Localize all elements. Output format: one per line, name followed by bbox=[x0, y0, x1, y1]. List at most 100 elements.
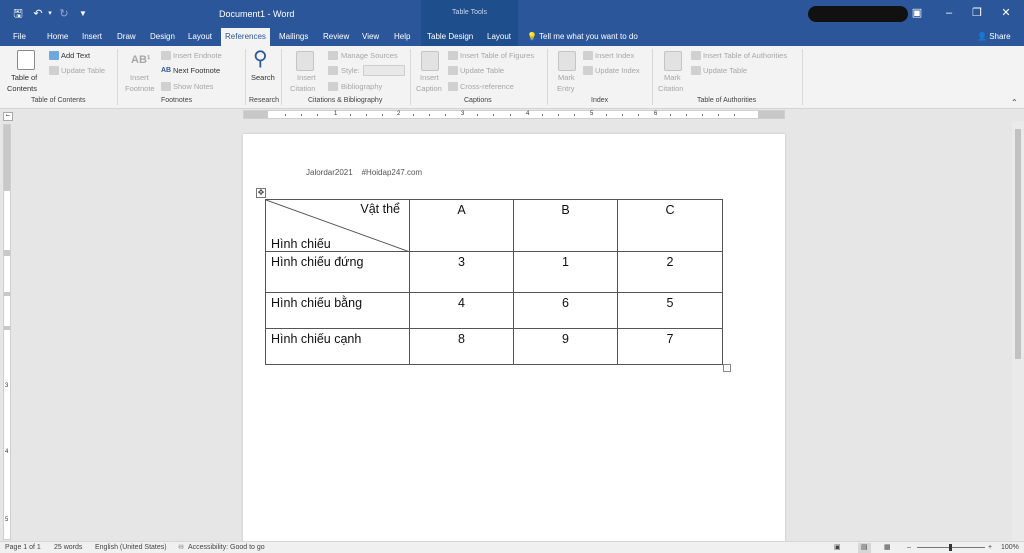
group-divider bbox=[117, 49, 118, 105]
group-label-toc: Table of Contents bbox=[31, 97, 86, 104]
projection-table[interactable]: Vật thể Hình chiếu A B C Hình chiếu đứng… bbox=[265, 199, 723, 365]
update-index-button[interactable]: Update Index bbox=[595, 66, 640, 76]
zoom-level[interactable]: 100% bbox=[1001, 543, 1019, 553]
table-cell[interactable]: 8 bbox=[409, 328, 514, 365]
tell-me-search[interactable]: 💡 Tell me what you want to do bbox=[527, 28, 638, 46]
table-row: Hình chiếu cạnh 8 9 7 bbox=[265, 328, 723, 365]
accessibility-status[interactable]: Accessibility: Good to go bbox=[188, 543, 265, 553]
restore-icon[interactable]: ❐ bbox=[968, 5, 986, 21]
insert-table-of-figures-button[interactable]: Insert Table of Figures bbox=[460, 51, 534, 61]
tab-mailings[interactable]: Mailings bbox=[275, 28, 312, 46]
mark-entry-line2[interactable]: Entry bbox=[557, 84, 575, 94]
tab-home[interactable]: Home bbox=[43, 28, 72, 46]
scrollbar-thumb[interactable] bbox=[1015, 129, 1021, 359]
ruler-mark: 5 bbox=[590, 111, 594, 117]
document-title: Document1 - Word bbox=[219, 9, 295, 19]
insert-tof-icon bbox=[448, 51, 458, 60]
table-cell[interactable]: 9 bbox=[513, 328, 618, 365]
web-layout-icon[interactable]: ▦ bbox=[884, 543, 891, 553]
redo-icon[interactable]: ↻ bbox=[57, 6, 71, 22]
tab-draw[interactable]: Draw bbox=[113, 28, 140, 46]
insert-caption-line1[interactable]: Insert bbox=[420, 73, 439, 83]
insert-caption-line2[interactable]: Caption bbox=[416, 84, 442, 94]
toc-button-line2[interactable]: Contents bbox=[7, 84, 37, 94]
manage-sources-button[interactable]: Manage Sources bbox=[341, 51, 398, 61]
tab-help[interactable]: Help bbox=[390, 28, 414, 46]
table-cell[interactable]: 5 bbox=[617, 292, 723, 329]
tab-view[interactable]: View bbox=[358, 28, 383, 46]
ruler-tick bbox=[493, 114, 494, 116]
minimize-icon[interactable]: – bbox=[940, 5, 958, 21]
zoom-in-icon[interactable]: + bbox=[988, 543, 992, 553]
cross-reference-button[interactable]: Cross-reference bbox=[460, 82, 514, 92]
word-count[interactable]: 25 words bbox=[54, 543, 82, 553]
table-cell[interactable]: 1 bbox=[513, 251, 618, 293]
update-tof-button[interactable]: Update Table bbox=[460, 66, 504, 76]
vertical-ruler[interactable]: 3 4 5 bbox=[3, 124, 11, 540]
style-dropdown[interactable] bbox=[363, 65, 405, 76]
tab-insert[interactable]: Insert bbox=[78, 28, 106, 46]
zoom-out-icon[interactable]: – bbox=[907, 543, 911, 553]
search-button[interactable]: Search bbox=[251, 73, 275, 83]
bibliography-button[interactable]: Bibliography bbox=[341, 82, 382, 92]
add-text-button[interactable]: Add Text bbox=[61, 51, 90, 61]
close-icon[interactable]: ✕ bbox=[997, 5, 1015, 21]
document-page[interactable]: Jalordar2021 #Hoidap247.com ✥ Vật thể Hì… bbox=[243, 134, 785, 544]
tab-layout[interactable]: Layout bbox=[184, 28, 216, 46]
insert-footnote-line2[interactable]: Footnote bbox=[125, 84, 155, 94]
horizontal-ruler[interactable]: 1 2 3 4 5 6 bbox=[243, 110, 785, 119]
tab-selector[interactable]: ⌙ bbox=[3, 112, 13, 121]
show-notes-button[interactable]: Show Notes bbox=[173, 82, 213, 92]
insert-citation-line2[interactable]: Citation bbox=[290, 84, 315, 94]
ruler-tick bbox=[301, 114, 302, 116]
mark-citation-line2[interactable]: Citation bbox=[658, 84, 683, 94]
footnote-ab-icon: AB¹ bbox=[131, 54, 151, 66]
table-cell[interactable]: 2 bbox=[617, 251, 723, 293]
column-header-c[interactable]: C bbox=[617, 199, 723, 252]
tab-file[interactable]: File bbox=[9, 28, 30, 46]
language-indicator[interactable]: English (United States) bbox=[95, 543, 167, 553]
ruler-tick bbox=[622, 114, 623, 116]
toc-button-line1[interactable]: Table of bbox=[11, 73, 37, 83]
save-icon[interactable]: 🖫 bbox=[11, 6, 25, 22]
table-cell[interactable]: 6 bbox=[513, 292, 618, 329]
insert-table-of-authorities-button[interactable]: Insert Table of Authorities bbox=[703, 51, 787, 61]
page-count[interactable]: Page 1 of 1 bbox=[5, 543, 41, 553]
insert-index-button[interactable]: Insert Index bbox=[595, 51, 634, 61]
update-toa-button[interactable]: Update Table bbox=[703, 66, 747, 76]
table-cell[interactable]: 4 bbox=[409, 292, 514, 329]
insert-endnote-button[interactable]: Insert Endnote bbox=[173, 51, 222, 61]
tab-review[interactable]: Review bbox=[319, 28, 353, 46]
column-header-b[interactable]: B bbox=[513, 199, 618, 252]
undo-dropdown-icon[interactable]: ▾ bbox=[43, 6, 57, 22]
next-footnote-button[interactable]: Next Footnote bbox=[173, 66, 220, 76]
tab-design[interactable]: Design bbox=[146, 28, 179, 46]
row-label[interactable]: Hình chiếu bằng bbox=[265, 292, 410, 329]
diagonal-header-cell[interactable]: Vật thể Hình chiếu bbox=[265, 199, 410, 252]
table-resize-handle[interactable] bbox=[723, 364, 731, 372]
customize-icon[interactable]: ▼ bbox=[76, 6, 90, 22]
table-cell[interactable]: 7 bbox=[617, 328, 723, 365]
column-header-a[interactable]: A bbox=[409, 199, 514, 252]
tab-references[interactable]: References bbox=[221, 28, 270, 46]
insert-footnote-line1[interactable]: Insert bbox=[130, 73, 149, 83]
collapse-ribbon-icon[interactable]: ⌃ bbox=[1011, 98, 1018, 108]
vruler-row-marker bbox=[4, 292, 10, 296]
table-cell[interactable]: 3 bbox=[409, 251, 514, 293]
ribbon-display-icon[interactable]: ▣ bbox=[908, 5, 926, 21]
row-label[interactable]: Hình chiếu cạnh bbox=[265, 328, 410, 365]
mark-citation-line1[interactable]: Mark bbox=[664, 73, 681, 83]
update-toa-icon bbox=[691, 66, 701, 75]
table-move-handle-icon[interactable]: ✥ bbox=[256, 188, 266, 198]
tab-table-design[interactable]: Table Design bbox=[423, 28, 477, 46]
focus-mode-icon[interactable]: ▣ bbox=[834, 543, 841, 553]
mark-entry-line1[interactable]: Mark bbox=[558, 73, 575, 83]
share-button[interactable]: 👤 Share bbox=[977, 28, 1011, 46]
print-layout-icon[interactable]: ▤ bbox=[858, 543, 871, 553]
row-label[interactable]: Hình chiếu đứng bbox=[265, 251, 410, 293]
tab-table-layout[interactable]: Layout bbox=[483, 28, 515, 46]
insert-citation-line1[interactable]: Insert bbox=[297, 73, 316, 83]
update-toc-button[interactable]: Update Table bbox=[61, 66, 105, 76]
zoom-slider-thumb[interactable] bbox=[949, 544, 952, 551]
vertical-scrollbar[interactable] bbox=[1012, 121, 1024, 541]
